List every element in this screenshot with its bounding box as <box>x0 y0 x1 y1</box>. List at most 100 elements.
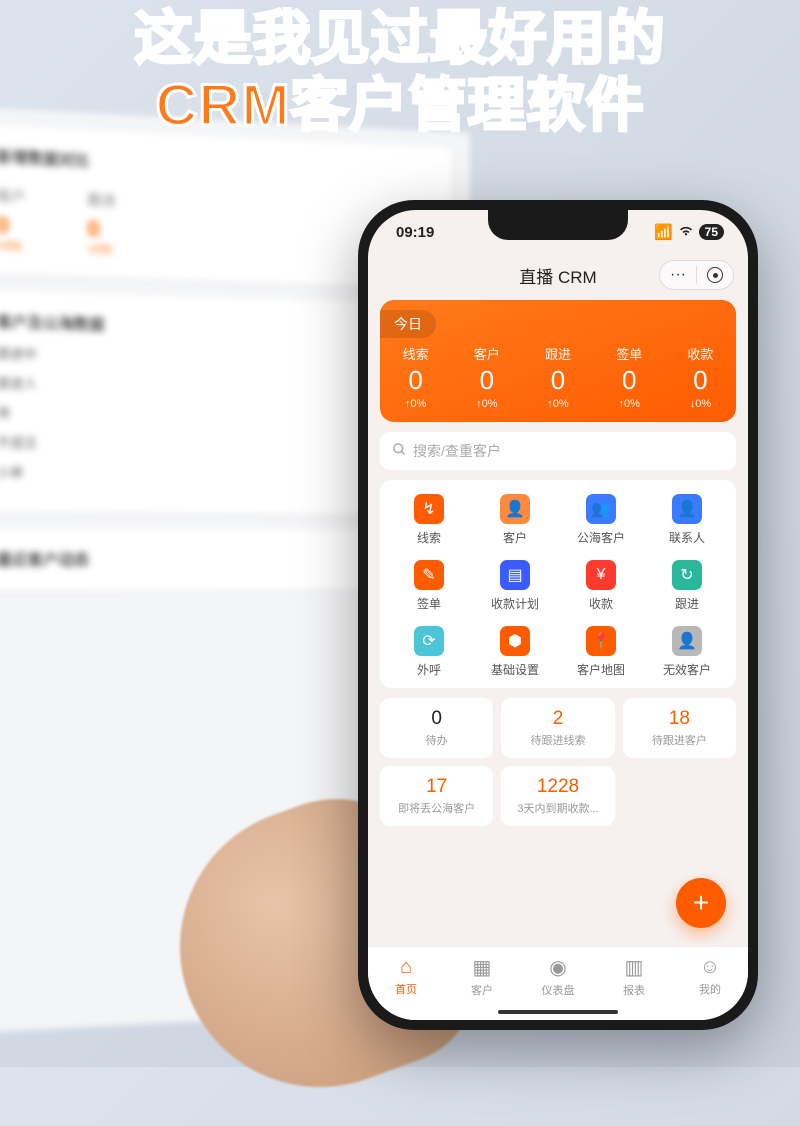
tab-3[interactable]: ▥ 报表 <box>596 947 672 1006</box>
tile-value: 1228 <box>507 776 608 798</box>
hero-stat-value: 0 <box>522 365 593 396</box>
menu-icon: ✎ <box>414 560 444 590</box>
hero-stat-pct: ↑0% <box>594 398 665 410</box>
tile-value: 17 <box>386 776 487 798</box>
menu-item-8[interactable]: ⟳ 外呼 <box>386 626 472 678</box>
hero-stat-1[interactable]: 客户 0 ↑0% <box>451 344 522 410</box>
menu-icon: 📍 <box>586 626 616 656</box>
tile-value: 0 <box>386 708 487 730</box>
menu-label: 公海客户 <box>577 529 625 546</box>
hero-stat-pct: ↑0% <box>380 398 451 410</box>
menu-item-3[interactable]: 👤 联系人 <box>644 494 730 546</box>
hero-stat-pct: ↑0% <box>451 398 522 410</box>
tab-label: 我的 <box>699 981 721 997</box>
menu-icon: 👤 <box>500 494 530 524</box>
search-icon <box>392 442 407 460</box>
tab-0[interactable]: ⌂ 首页 <box>368 947 444 1006</box>
wifi-icon <box>678 224 694 241</box>
battery-level: 75 <box>699 224 724 240</box>
hero-stat-pct: ↓0% <box>665 398 736 410</box>
hero-stat-label: 签单 <box>594 344 665 363</box>
menu-label: 外呼 <box>417 661 441 678</box>
menu-label: 跟进 <box>675 595 699 612</box>
today-stats-card[interactable]: 今日 线索0↑0%客户0↑0%跟进0↑0%签单0↑0%收款0↓0% <box>380 300 736 422</box>
hero-stat-value: 0 <box>380 365 451 396</box>
hero-stat-value: 0 <box>665 365 736 396</box>
menu-label: 线索 <box>417 529 441 546</box>
bg-section1-title: 新增数据对比 <box>0 145 432 187</box>
search-input[interactable]: 搜索/查重客户 <box>380 432 736 470</box>
tile-value: 18 <box>629 708 730 730</box>
tile-label: 待办 <box>386 732 487 748</box>
menu-item-1[interactable]: 👤 客户 <box>472 494 558 546</box>
menu-label: 客户 <box>503 529 527 546</box>
tab-icon: ▥ <box>625 955 644 980</box>
menu-label: 签单 <box>417 595 441 612</box>
menu-item-6[interactable]: ¥收款 <box>558 560 644 612</box>
tab-icon: ▦ <box>473 955 492 980</box>
menu-label: 收款计划 <box>491 595 539 612</box>
phone-frame: 09:19 📶 75 直播 CRM ··· 今日 线索0↑0%客户0↑0%跟进0… <box>358 200 758 1030</box>
phone-screen: 09:19 📶 75 直播 CRM ··· 今日 线索0↑0%客户0↑0%跟进0… <box>368 210 748 1020</box>
menu-item-11[interactable]: 👤无效客户 <box>644 626 730 678</box>
tab-label: 报表 <box>623 982 645 998</box>
tab-label: 首页 <box>395 981 417 997</box>
menu-label: 联系人 <box>669 529 705 546</box>
tile-label: 即将丢公海客户 <box>386 800 487 816</box>
more-icon[interactable]: ··· <box>660 266 696 284</box>
tile-label: 待跟进线索 <box>507 732 608 748</box>
tile-label: 待跟进客户 <box>629 732 730 748</box>
hero-stat-label: 客户 <box>451 344 522 363</box>
summary-tile-3[interactable]: 17 即将丢公海客户 <box>380 766 493 826</box>
menu-icon: ⟳ <box>414 626 444 656</box>
menu-item-2[interactable]: 👥 公海客户 <box>558 494 644 546</box>
home-indicator <box>498 1010 618 1014</box>
summary-tile-4[interactable]: 1228 3天内到期收款... <box>501 766 614 826</box>
app-title: 直播 CRM <box>519 263 596 288</box>
add-button[interactable]: + <box>676 878 726 928</box>
tile-label: 3天内到期收款... <box>507 800 608 816</box>
plus-icon: + <box>693 887 709 919</box>
tab-1[interactable]: ▦ 客户 <box>444 947 520 1006</box>
menu-item-4[interactable]: ✎ 签单 <box>386 560 472 612</box>
signal-icon: 📶 <box>654 223 673 241</box>
menu-item-5[interactable]: ▤收款计划 <box>472 560 558 612</box>
tab-bar: ⌂ 首页 ▦ 客户 ◉ 仪表盘 ▥ 报表 ☺ 我的 <box>368 946 748 1020</box>
summary-tile-2[interactable]: 18 待跟进客户 <box>623 698 736 758</box>
hero-stat-pct: ↑0% <box>522 398 593 410</box>
tile-value: 2 <box>507 708 608 730</box>
menu-label: 无效客户 <box>663 661 711 678</box>
menu-item-0[interactable]: ↯线索 <box>386 494 472 546</box>
tab-icon: ☺ <box>700 956 720 979</box>
tab-icon: ◉ <box>549 955 566 980</box>
summary-tile-0[interactable]: 0 待办 <box>380 698 493 758</box>
today-tab[interactable]: 今日 <box>380 310 436 338</box>
menu-label: 收款 <box>589 595 613 612</box>
summary-tile-1[interactable]: 2 待跟进线索 <box>501 698 614 758</box>
hero-stat-4[interactable]: 收款 0 ↓0% <box>665 344 736 410</box>
tab-2[interactable]: ◉ 仪表盘 <box>520 947 596 1006</box>
menu-icon: 👤 <box>672 494 702 524</box>
tab-label: 仪表盘 <box>542 982 575 998</box>
menu-label: 客户地图 <box>577 661 625 678</box>
menu-item-10[interactable]: 📍 客户地图 <box>558 626 644 678</box>
menu-icon: 👥 <box>586 494 616 524</box>
hero-stat-3[interactable]: 签单0↑0% <box>594 344 665 410</box>
summary-tiles: 0 待办 2 待跟进线索 18 待跟进客户 17 即将丢公海客户 1228 3天内到期收款... <box>380 698 736 826</box>
tab-4[interactable]: ☺ 我的 <box>672 947 748 1006</box>
hero-stat-2[interactable]: 跟进0↑0% <box>522 344 593 410</box>
menu-item-7[interactable]: ↻ 跟进 <box>644 560 730 612</box>
hero-stat-value: 0 <box>451 365 522 396</box>
search-placeholder: 搜索/查重客户 <box>413 441 501 461</box>
menu-icon: ↻ <box>672 560 702 590</box>
tab-icon: ⌂ <box>400 956 412 979</box>
close-icon[interactable] <box>697 267 733 283</box>
miniprogram-capsule[interactable]: ··· <box>659 260 734 290</box>
hero-stat-0[interactable]: 线索0↑0% <box>380 344 451 410</box>
menu-icon: ⬢ <box>500 626 530 656</box>
menu-grid-card: ↯线索 👤 客户 👥 公海客户 👤 联系人 ✎ 签单 ▤收款计划¥收款 ↻ 跟进 ⟳ 外呼 ⬢ 基础设置 📍 客户… <box>380 480 736 688</box>
hero-stat-label: 收款 <box>665 344 736 363</box>
tab-label: 客户 <box>471 982 493 998</box>
menu-label: 基础设置 <box>491 661 539 678</box>
menu-item-9[interactable]: ⬢ 基础设置 <box>472 626 558 678</box>
